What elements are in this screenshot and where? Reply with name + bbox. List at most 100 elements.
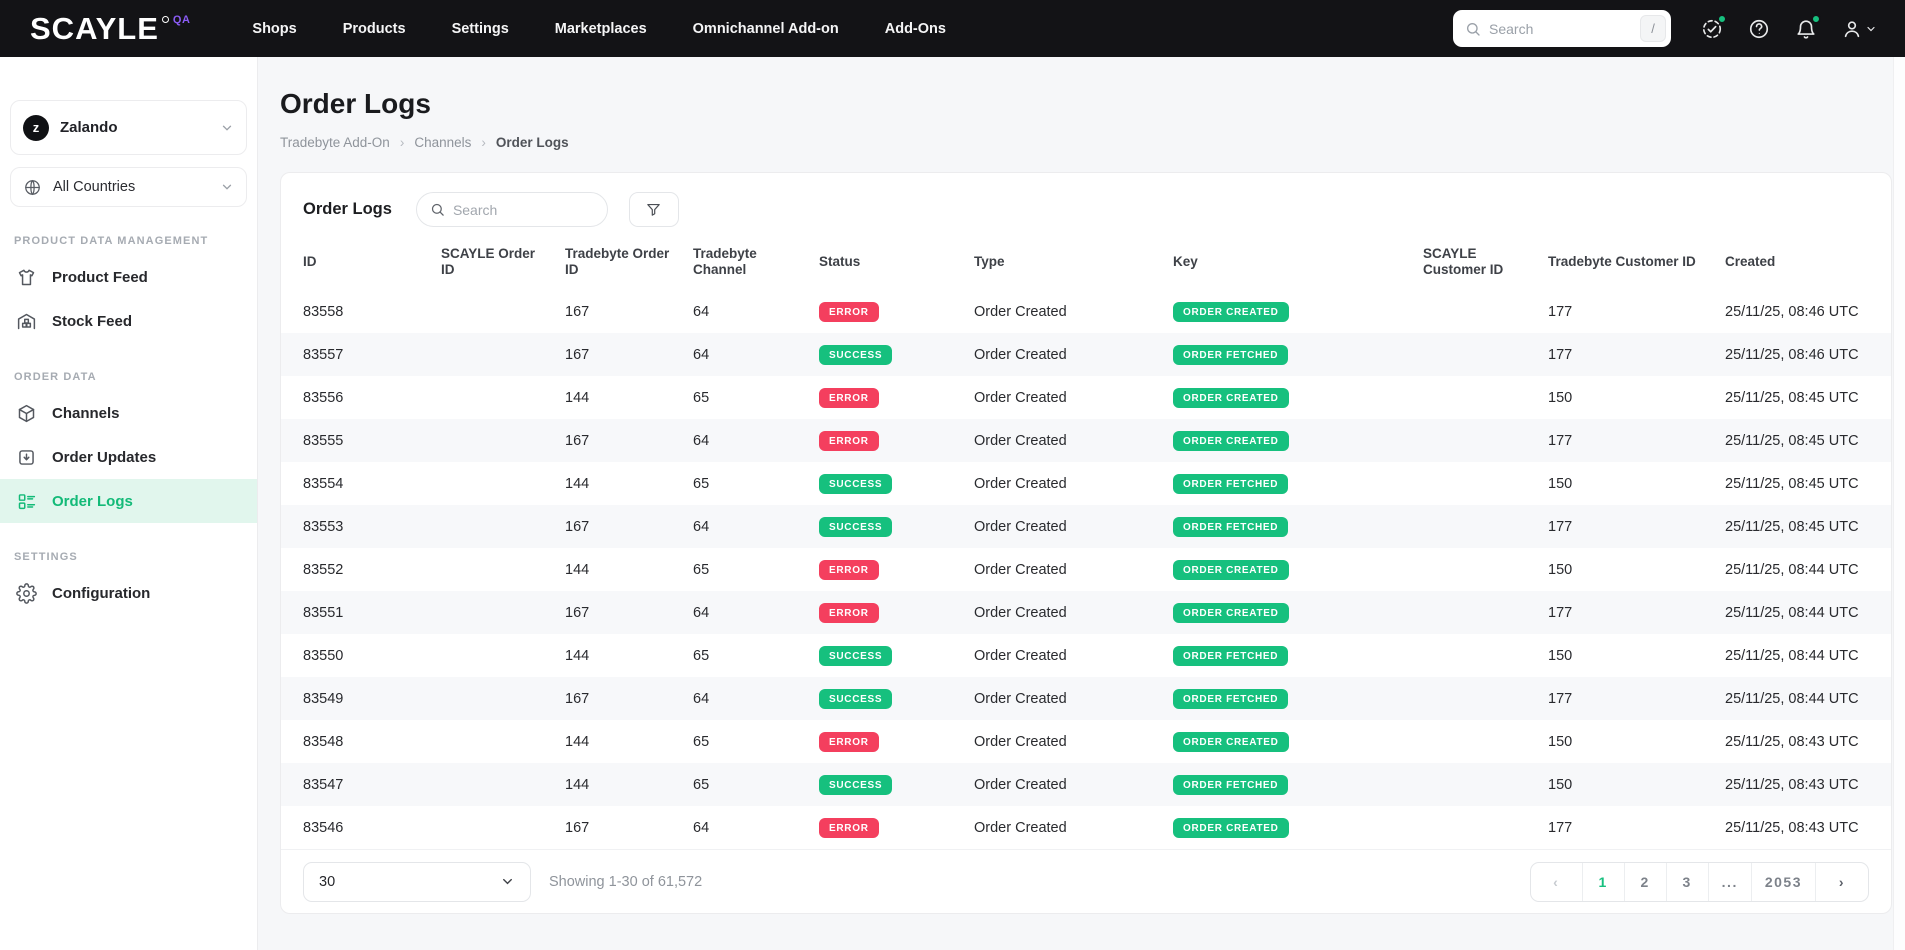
sidebar-item-channels[interactable]: Channels xyxy=(0,391,257,435)
cell-status: SUCCESS xyxy=(809,462,964,505)
table-row[interactable]: 83550 144 65 SUCCESS Order Created ORDER FETC… xyxy=(281,634,1891,677)
pagination-page-2[interactable]: 2 xyxy=(1625,862,1667,901)
cell-created: 25/11/25, 08:45 UTC xyxy=(1725,518,1859,535)
sidebar-groups: PRODUCT DATA MANAGEMENT Product Feed Stock… xyxy=(0,235,257,615)
cell-type: Order Created xyxy=(974,432,1067,449)
pagination-page-3[interactable]: 3 xyxy=(1667,862,1709,901)
cell-scayle-customer-id xyxy=(1413,720,1538,763)
table-row[interactable]: 83557 167 64 SUCCESS Order Created ORDER FETC… xyxy=(281,333,1891,377)
pagination-next-button[interactable]: › xyxy=(1816,863,1868,901)
cell-type: Order Created xyxy=(974,561,1067,578)
column-header-type: Type xyxy=(974,254,1005,270)
country-selector[interactable]: All Countries xyxy=(10,167,247,207)
cell-id: 83548 xyxy=(303,733,344,750)
nav-item-shops[interactable]: Shops xyxy=(252,21,296,37)
cell-status: ERROR xyxy=(809,548,964,591)
search-shortcut-key: / xyxy=(1640,15,1666,42)
sidebar-item-order-updates[interactable]: Order Updates xyxy=(0,435,257,479)
table-row[interactable]: 83555 167 64 ERROR Order Created ORDER CREATE… xyxy=(281,419,1891,463)
cell-scayle-order-id xyxy=(431,505,555,548)
key-badge: ORDER CREATED xyxy=(1173,387,1289,408)
logo-text: SCAYLE xyxy=(30,11,159,46)
sidebar-item-label: Channels xyxy=(52,404,120,422)
showing-count: Showing 1-30 of 61,572 xyxy=(549,873,703,890)
column-header-tradebyte-channel: Tradebyte Channel xyxy=(693,246,757,278)
help-icon[interactable] xyxy=(1747,17,1771,41)
pagination-prev-button[interactable]: ‹ xyxy=(1531,862,1583,901)
table-row[interactable]: 83551 167 64 ERROR Order Created ORDER CREATE… xyxy=(281,591,1891,635)
table-row[interactable]: 83558 167 64 ERROR Order Created ORDER CREATE… xyxy=(281,290,1891,333)
sidebar-item-order-logs[interactable]: Order Logs xyxy=(0,479,257,523)
package-icon xyxy=(15,403,37,424)
status-badge: ERROR xyxy=(819,430,879,451)
nav-item-add-ons[interactable]: Add-Ons xyxy=(885,21,946,37)
global-search: / xyxy=(1453,10,1671,47)
cell-scayle-customer-id xyxy=(1413,591,1538,634)
shop-selector[interactable]: z Zalando xyxy=(10,100,247,155)
breadcrumb-item[interactable]: Channels xyxy=(414,135,471,150)
inbox-down-icon xyxy=(15,447,37,468)
sidebar: z Zalando All Countries PRODUCT DATA MAN… xyxy=(0,57,257,950)
notifications-bell-icon[interactable] xyxy=(1794,13,1821,41)
table-search-input[interactable] xyxy=(452,201,594,218)
cell-status: SUCCESS xyxy=(809,677,964,720)
sidebar-item-product-feed[interactable]: Product Feed xyxy=(0,255,257,299)
cell-scayle-customer-id xyxy=(1413,634,1538,677)
scrollbar-track[interactable] xyxy=(1893,57,1905,950)
logo-qa-badge: QA xyxy=(172,14,191,26)
pagination-page-1[interactable]: 1 xyxy=(1583,862,1625,901)
cell-id: 83557 xyxy=(303,346,344,363)
cell-key: ORDER CREATED xyxy=(1163,806,1413,849)
sidebar-item-stock-feed[interactable]: Stock Feed xyxy=(0,299,257,343)
nav-item-marketplaces[interactable]: Marketplaces xyxy=(555,21,647,37)
per-page-select[interactable]: 30 xyxy=(303,861,531,902)
status-check-icon[interactable] xyxy=(1700,13,1727,41)
cell-scayle-customer-id xyxy=(1413,548,1538,591)
cell-tradebyte-channel: 64 xyxy=(693,819,710,836)
table-row[interactable]: 83549 167 64 SUCCESS Order Created ORDER FETC… xyxy=(281,677,1891,721)
cell-created: 25/11/25, 08:44 UTC xyxy=(1725,604,1859,621)
sidebar-item-configuration[interactable]: Configuration xyxy=(0,571,257,615)
nav-item-omnichannel-add-on[interactable]: Omnichannel Add-on xyxy=(693,21,839,37)
table-row[interactable]: 83547 144 65 SUCCESS Order Created ORDER FETC… xyxy=(281,763,1891,807)
breadcrumb-separator: › xyxy=(481,135,486,150)
global-search-input[interactable] xyxy=(1489,20,1632,37)
scayle-logo[interactable]: SCAYLE QA xyxy=(30,13,190,44)
gear-icon xyxy=(15,582,37,604)
breadcrumb: Tradebyte Add-On › Channels › Order Logs xyxy=(280,135,1905,150)
per-page-value: 30 xyxy=(319,873,336,890)
cell-scayle-order-id xyxy=(431,763,555,806)
cell-tradebyte-channel: 64 xyxy=(693,303,710,320)
cell-scayle-customer-id xyxy=(1413,376,1538,419)
cell-key: ORDER FETCHED xyxy=(1163,505,1413,548)
table-row[interactable]: 83554 144 65 SUCCESS Order Created ORDER FETC… xyxy=(281,462,1891,505)
column-header-tradebyte-customer-id: Tradebyte Customer ID xyxy=(1548,254,1696,270)
pagination-page-2053[interactable]: 2053 xyxy=(1752,862,1816,901)
column-header-tradebyte-order-id: Tradebyte Order ID xyxy=(565,246,670,278)
search-icon xyxy=(1465,21,1481,37)
table-row[interactable]: 83556 144 65 ERROR Order Created ORDER CREATE… xyxy=(281,376,1891,419)
status-badge: SUCCESS xyxy=(819,473,893,494)
cell-type: Order Created xyxy=(974,346,1067,363)
pagination: ‹ 1 2 3... 2053 › xyxy=(1529,861,1869,902)
cell-key: ORDER CREATED xyxy=(1163,591,1413,634)
nav-item-settings[interactable]: Settings xyxy=(452,21,509,37)
table-row[interactable]: 83546 167 64 ERROR Order Created ORDER CREATE… xyxy=(281,806,1891,850)
table-row[interactable]: 83548 144 65 ERROR Order Created ORDER CREATE… xyxy=(281,720,1891,763)
status-badge: ERROR xyxy=(819,731,879,752)
cell-scayle-order-id xyxy=(431,290,555,333)
cell-scayle-customer-id xyxy=(1413,763,1538,806)
cell-tradebyte-channel: 64 xyxy=(693,518,710,535)
key-badge: ORDER FETCHED xyxy=(1173,774,1289,795)
cell-key: ORDER FETCHED xyxy=(1163,763,1413,806)
account-icon[interactable] xyxy=(1841,17,1877,41)
column-header-id: ID xyxy=(303,254,317,270)
table-row[interactable]: 83553 167 64 SUCCESS Order Created ORDER FETC… xyxy=(281,505,1891,549)
filter-button[interactable] xyxy=(628,192,679,227)
nav-item-products[interactable]: Products xyxy=(343,21,406,37)
breadcrumb-item[interactable]: Tradebyte Add-On xyxy=(280,135,390,150)
column-header-status: Status xyxy=(819,254,861,270)
table-row[interactable]: 83552 144 65 ERROR Order Created ORDER CREATE… xyxy=(281,548,1891,591)
cell-tradebyte-order-id: 167 xyxy=(565,819,590,836)
cell-scayle-order-id xyxy=(431,548,555,591)
